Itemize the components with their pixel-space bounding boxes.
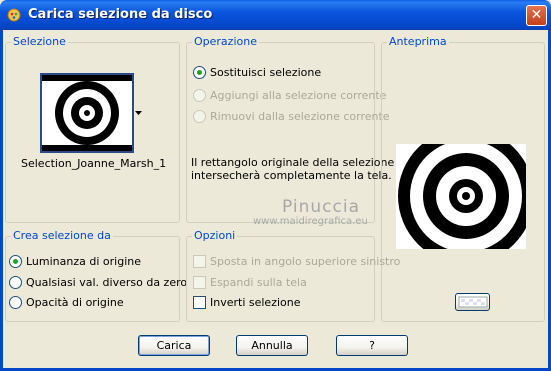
dialog-client-area: Selezione Selection_Joanne_Marsh_1 Opera bbox=[3, 30, 548, 368]
checkbox-label: Inverti selezione bbox=[210, 296, 301, 309]
radio-luminanza[interactable]: Luminanza di origine bbox=[9, 255, 141, 268]
check-sposta[interactable]: Sposta in angolo superiore sinistro bbox=[193, 255, 400, 268]
title-bar[interactable]: Carica selezione da disco ✕ bbox=[0, 0, 551, 30]
radio-button[interactable] bbox=[9, 296, 22, 309]
radio-opacita[interactable]: Opacità di origine bbox=[9, 296, 124, 309]
radio-label: Qualsiasi val. diverso da zero bbox=[26, 276, 188, 289]
radio-qualsiasi[interactable]: Qualsiasi val. diverso da zero bbox=[9, 276, 187, 289]
radio-button[interactable] bbox=[193, 89, 206, 102]
selection-thumbnail[interactable] bbox=[40, 73, 134, 153]
checkbox[interactable] bbox=[193, 276, 206, 289]
opzioni-group-label: Opzioni bbox=[192, 229, 238, 242]
dialog-window: Carica selezione da disco ✕ Selezione Se… bbox=[0, 0, 551, 371]
radio-button[interactable] bbox=[193, 110, 206, 123]
concentric-circles-preview bbox=[396, 144, 526, 249]
carica-button[interactable]: Carica bbox=[138, 335, 210, 356]
radio-selected-dot bbox=[13, 259, 18, 264]
concentric-circles-thumbnail bbox=[42, 75, 132, 151]
opzioni-group: Opzioni Sposta in angolo superiore sinis… bbox=[186, 229, 400, 322]
selezione-group: Selezione Selection_Joanne_Marsh_1 bbox=[5, 35, 180, 223]
radio-sostituisci[interactable]: Sostituisci selezione bbox=[193, 66, 321, 79]
app-icon bbox=[7, 8, 21, 22]
checkbox[interactable] bbox=[193, 296, 206, 309]
close-icon: ✕ bbox=[530, 7, 543, 23]
radio-label: Sostituisci selezione bbox=[210, 66, 322, 79]
watermark-url: www.maidiregrafica.eu bbox=[253, 216, 368, 227]
radio-selected-dot bbox=[197, 70, 202, 75]
radio-button[interactable] bbox=[193, 66, 206, 79]
selezione-group-label: Selezione bbox=[11, 35, 68, 48]
info-line-1: Il rettangolo originale della selezione bbox=[191, 156, 395, 169]
checkbox[interactable] bbox=[193, 255, 206, 268]
anteprima-group-label: Anteprima bbox=[387, 35, 449, 48]
operazione-group: Operazione Sostituisci selezione Aggiung… bbox=[186, 35, 394, 223]
checker-icon bbox=[458, 296, 487, 308]
info-line-2: intersecherà completamente la tela. bbox=[191, 169, 392, 182]
check-espandi[interactable]: Espandi sulla tela bbox=[193, 276, 307, 289]
annulla-button[interactable]: Annulla bbox=[236, 335, 308, 356]
dropdown-arrow-icon[interactable] bbox=[134, 110, 143, 116]
radio-button[interactable] bbox=[9, 255, 22, 268]
radio-rimuovi[interactable]: Rimuovi dalla selezione corrente bbox=[193, 110, 390, 123]
crea-selezione-group: Crea selezione da Luminanza di origine Q… bbox=[5, 229, 187, 322]
operazione-group-label: Operazione bbox=[192, 35, 259, 48]
preview-toggle-button[interactable] bbox=[455, 293, 490, 311]
anteprima-group: Anteprima bbox=[381, 35, 545, 322]
crea-selezione-group-label: Crea selezione da bbox=[11, 229, 113, 242]
radio-aggiungi[interactable]: Aggiungi alla selezione corrente bbox=[193, 89, 386, 102]
checkbox-label: Espandi sulla tela bbox=[210, 276, 307, 289]
radio-label: Luminanza di origine bbox=[26, 255, 141, 268]
window-title: Carica selezione da disco bbox=[28, 7, 213, 22]
check-inverti[interactable]: Inverti selezione bbox=[193, 296, 301, 309]
help-button[interactable]: ? bbox=[336, 335, 408, 356]
radio-label: Rimuovi dalla selezione corrente bbox=[210, 110, 390, 123]
radio-label: Opacità di origine bbox=[26, 296, 124, 309]
checkbox-label: Sposta in angolo superiore sinistro bbox=[210, 255, 401, 268]
selection-name: Selection_Joanne_Marsh_1 bbox=[21, 157, 167, 170]
operation-info-text: Il rettangolo originale della selezione … bbox=[191, 156, 394, 182]
watermark-name: Pinuccia bbox=[282, 197, 360, 217]
radio-button[interactable] bbox=[9, 276, 22, 289]
preview-image bbox=[396, 144, 526, 249]
radio-label: Aggiungi alla selezione corrente bbox=[210, 89, 387, 102]
close-button[interactable]: ✕ bbox=[526, 5, 547, 26]
